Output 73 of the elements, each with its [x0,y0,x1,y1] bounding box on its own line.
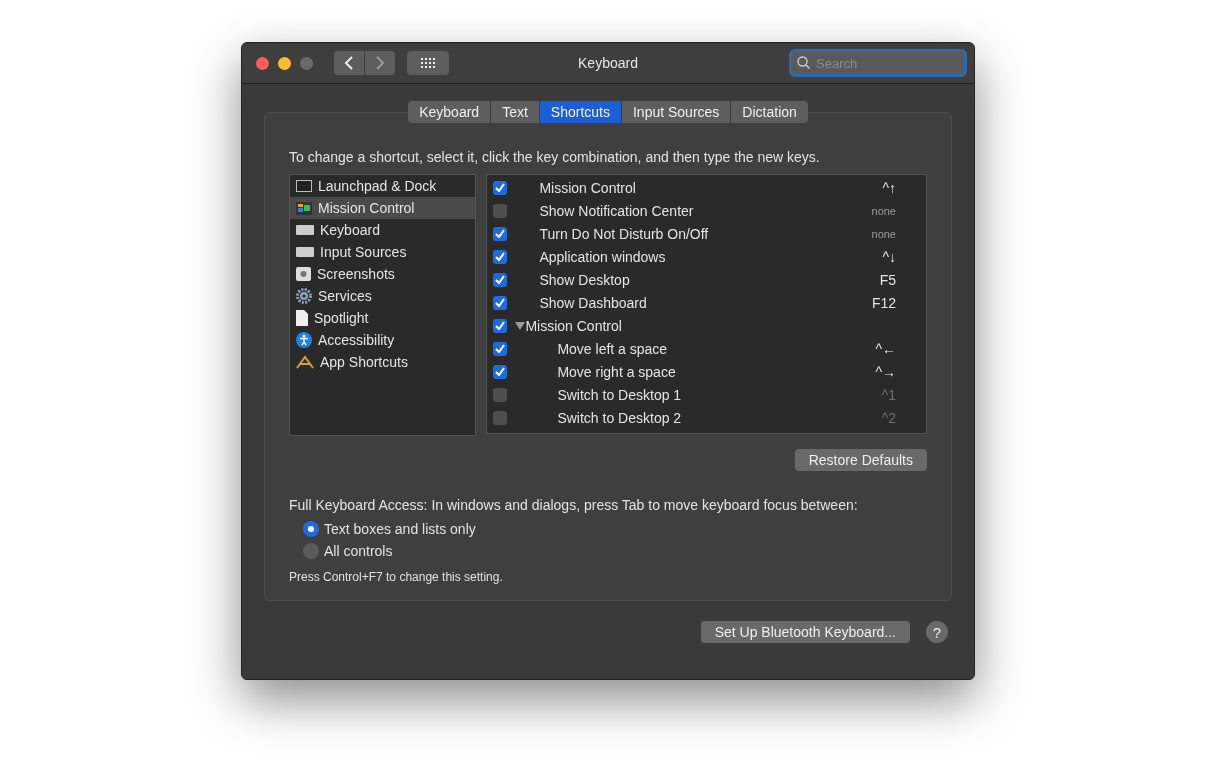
shortcut-label[interactable]: Move left a space [557,340,668,357]
minimize-button[interactable] [278,56,291,70]
shortcut-label[interactable]: Mission Control [525,317,622,334]
tools-icon [296,355,314,369]
category-item[interactable]: App Shortcuts [290,351,476,373]
checkbox[interactable] [493,249,508,264]
shortcut-label[interactable]: Show Notification Center [539,202,694,219]
windows-icon [296,201,312,215]
checkbox[interactable] [493,203,508,218]
bluetooth-setup-button[interactable]: Set Up Bluetooth Keyboard... [700,621,910,643]
shortcut-keys[interactable]: ^← [875,340,896,357]
disclosure-triangle[interactable] [515,321,526,330]
shortcut-keys[interactable]: F5 [879,271,896,288]
shortcut-keys[interactable]: none [871,204,896,217]
tab[interactable]: Dictation [731,101,808,123]
checkbox[interactable] [493,180,508,195]
checkbox[interactable] [493,318,508,333]
category-item[interactable]: Services [290,285,476,307]
chevron-left-icon [344,56,354,70]
category-item[interactable]: Spotlight [290,307,476,329]
category-item[interactable]: Accessibility [290,329,476,351]
radio-button[interactable] [303,543,319,559]
shortcut-label[interactable]: Move right a space [557,363,676,380]
radio-label[interactable]: Text boxes and lists only [324,521,476,537]
accessibility-icon [296,332,312,348]
checkbox[interactable] [493,410,508,425]
category-item[interactable]: Input Sources [290,241,476,263]
gear-icon [296,288,312,304]
shortcut-label[interactable]: Application windows [539,248,666,265]
instruction-text: To change a shortcut, select it, click the key combination, and then type the new keys. [289,149,821,165]
access-label: Full Keyboard Access: In windows and dialogs, press Tab to move keyboard focus between: [289,497,859,513]
category-item[interactable]: Mission Control [290,197,476,219]
help-button[interactable]: ? [926,621,948,643]
shortcut-keys[interactable]: ^→ [875,363,896,380]
checkbox[interactable] [493,226,508,241]
close-button[interactable] [256,56,269,70]
category-item[interactable]: Screenshots [290,263,476,285]
checkbox[interactable] [493,341,508,356]
hint-text: Press Control+F7 to change this setting. [289,570,504,584]
monitor-icon [296,180,312,192]
window-title: Keyboard [578,55,638,71]
back-button[interactable] [334,51,364,75]
chevron-right-icon [375,56,385,70]
shortcut-keys[interactable]: none [871,227,896,240]
document-icon [296,310,308,326]
shortcut-label[interactable]: Switch to Desktop 1 [557,386,682,403]
keyboard-icon [296,225,314,235]
category-item[interactable]: Keyboard [290,219,476,241]
grid-icon [420,58,436,68]
tab[interactable]: Keyboard [408,101,492,123]
radio-button[interactable] [303,521,319,537]
shortcut-label[interactable]: Turn Do Not Disturb On/Off [539,225,709,242]
checkbox[interactable] [493,295,508,310]
restore-defaults-button[interactable]: Restore Defaults [794,449,927,471]
shortcut-label[interactable]: Show Desktop [539,271,630,288]
category-item[interactable]: Launchpad & Dock [290,175,476,197]
shortcut-label[interactable]: Show Dashboard [539,294,647,311]
checkbox[interactable] [493,364,508,379]
shortcut-keys[interactable]: ^↑ [882,179,896,196]
radio-label[interactable]: All controls [324,543,393,559]
tab[interactable]: Input Sources [621,101,732,123]
checkbox[interactable] [493,387,508,402]
search-icon [797,56,810,69]
tab[interactable]: Shortcuts [539,101,622,123]
keyboard-icon [296,247,314,257]
shortcut-keys[interactable]: F12 [871,294,896,311]
shortcut-label[interactable]: Mission Control [539,179,636,196]
tab[interactable]: Text [491,101,540,123]
shortcut-label[interactable]: Switch to Desktop 2 [557,409,682,426]
shortcut-keys[interactable]: ^↓ [882,248,896,265]
grid-button[interactable] [407,51,449,75]
screenshot-icon [296,267,311,281]
checkbox[interactable] [493,272,508,287]
